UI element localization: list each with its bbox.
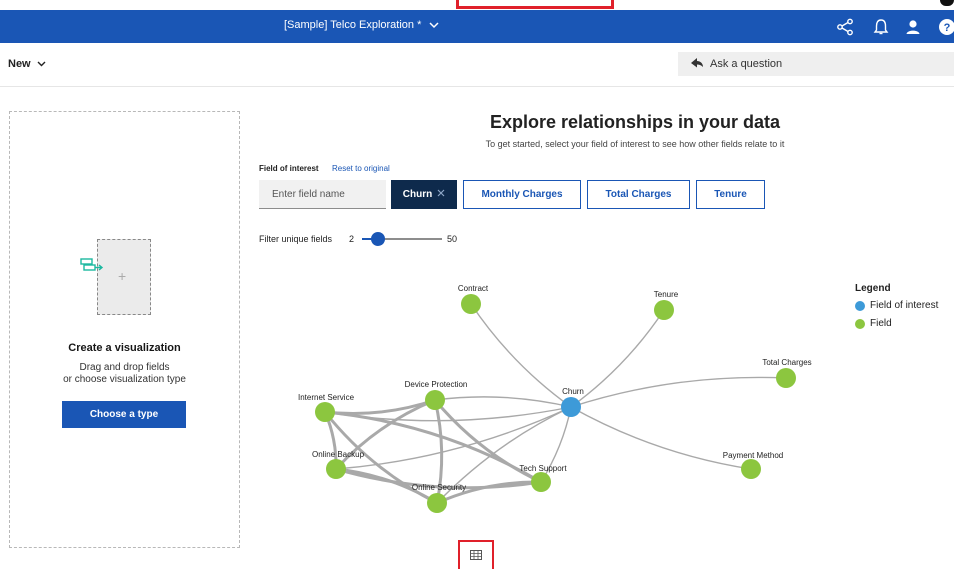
graph-node-label: Churn xyxy=(562,387,584,396)
graph-node-label: Online Backup xyxy=(312,450,365,459)
legend-item-field-of-interest: Field of interest xyxy=(855,300,938,311)
graph-node-label: Payment Method xyxy=(723,451,783,460)
graph-edge xyxy=(570,376,787,408)
graph-node-circle[interactable] xyxy=(461,294,481,314)
graph-node-label: Tech Support xyxy=(519,464,567,473)
legend-label: Field xyxy=(870,318,892,329)
graph-edge xyxy=(434,396,572,408)
relationship-graph: Contract Tenure Churn Total Charges Payment … xyxy=(298,284,812,513)
graph-node-circle[interactable] xyxy=(531,472,551,492)
graph-node-circle[interactable] xyxy=(425,390,445,410)
graph-node-tech-support[interactable]: Tech Support xyxy=(519,464,567,492)
graph-node-circle[interactable] xyxy=(654,300,674,320)
table-view-button[interactable] xyxy=(458,540,494,569)
table-icon xyxy=(470,547,482,565)
graph-edge xyxy=(470,303,572,408)
legend-title: Legend xyxy=(855,283,891,294)
graph-node-circle[interactable] xyxy=(326,459,346,479)
graph-node-label: Device Protection xyxy=(405,380,468,389)
graph-node-circle[interactable] xyxy=(741,459,761,479)
graph-node-online-security[interactable]: Online Security xyxy=(412,483,466,513)
graph-node-label: Total Charges xyxy=(762,358,811,367)
graph-edge xyxy=(570,309,665,408)
graph-node-internet-service[interactable]: Internet Service xyxy=(298,393,355,422)
graph-node-contract[interactable]: Contract xyxy=(458,284,489,314)
graph-node-total-charges[interactable]: Total Charges xyxy=(762,358,812,388)
graph-node-tenure[interactable]: Tenure xyxy=(654,290,679,320)
graph-node-label: Internet Service xyxy=(298,393,355,402)
legend-item-field: Field xyxy=(855,318,892,329)
graph-node-label: Contract xyxy=(458,284,489,293)
graph-node-circle[interactable] xyxy=(561,397,581,417)
graph-node-circle[interactable] xyxy=(315,402,335,422)
legend-dot-field xyxy=(855,318,865,329)
graph-node-circle[interactable] xyxy=(427,493,447,513)
graph-node-label: Online Security xyxy=(412,483,466,492)
legend-dot-interest xyxy=(855,300,865,311)
legend-label: Field of interest xyxy=(870,300,939,311)
graph-edges xyxy=(323,303,787,505)
graph-node-label: Tenure xyxy=(654,290,679,299)
graph-node-circle[interactable] xyxy=(776,368,796,388)
